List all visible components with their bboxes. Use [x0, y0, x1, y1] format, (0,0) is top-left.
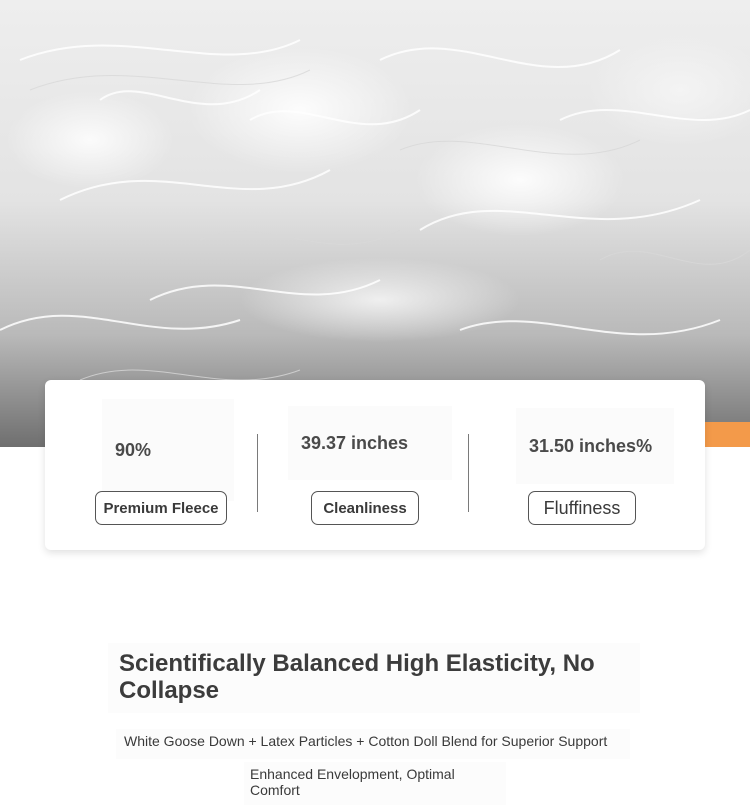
feature-bullet: Enhanced Envelopment, Optimal Comfort	[250, 766, 455, 798]
stat-fluffiness: 31.50 inches% Fluffiness	[475, 380, 705, 550]
stat-divider	[257, 434, 258, 512]
feature-subline: White Goose Down + Latex Particles + Cot…	[124, 733, 608, 749]
stats-card: 90% Premium Fleece 39.37 inches Cleanlin…	[45, 380, 705, 550]
stat-premium-fleece: 90% Premium Fleece	[45, 380, 265, 550]
stat-value: 31.50 inches%	[516, 408, 674, 484]
stat-label-pill: Premium Fleece	[95, 491, 227, 525]
stat-cleanliness: 39.37 inches Cleanliness	[265, 380, 475, 550]
stat-value: 39.37 inches	[288, 406, 452, 480]
stat-label-pill: Fluffiness	[528, 491, 636, 525]
feature-headline: Scientifically Balanced High Elasticity,…	[119, 650, 595, 704]
stat-value: 90%	[102, 399, 234, 501]
stat-divider	[468, 434, 469, 512]
stat-label-pill: Cleanliness	[311, 491, 419, 525]
